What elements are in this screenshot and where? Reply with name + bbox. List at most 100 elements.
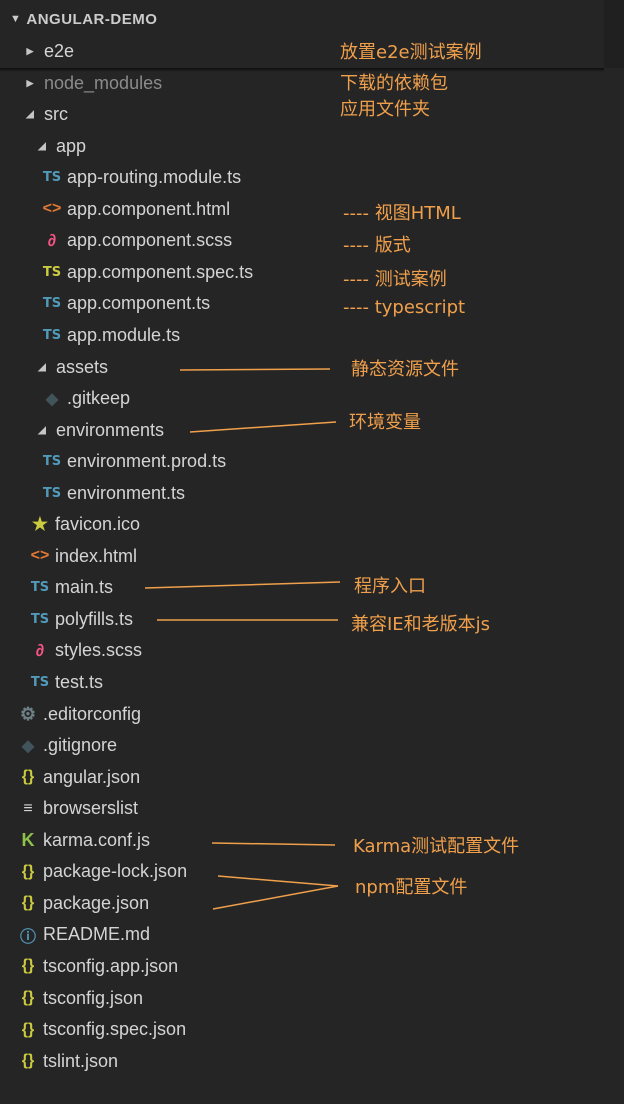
tree-item-label: test.ts xyxy=(55,672,104,692)
file-index-html[interactable]: <> index.html xyxy=(28,541,137,572)
json-icon: {} xyxy=(21,1020,35,1038)
pointer-line-environments xyxy=(189,421,337,433)
chevron-right-icon: ▶ xyxy=(26,46,34,56)
tree-item-label: main.ts xyxy=(55,577,114,598)
git-icon: ◆ xyxy=(21,737,35,755)
star-icon: ★ xyxy=(31,514,49,535)
folder-environments[interactable]: ◢ environments xyxy=(34,415,164,446)
annotation-spec: ---- 测试案例 xyxy=(343,269,447,290)
annotation-html: ---- 视图HTML xyxy=(343,203,461,224)
file-app-module-ts[interactable]: TS app.module.ts xyxy=(40,320,180,351)
json-icon: {} xyxy=(21,1052,35,1070)
file-polyfills-ts[interactable]: TS polyfills.ts xyxy=(28,604,133,635)
file-tsconfig-app-json[interactable]: {} tsconfig.app.json xyxy=(16,951,178,982)
pointer-line-karma xyxy=(211,842,336,846)
chevron-down-icon: ▼ xyxy=(10,13,22,25)
file-gitkeep[interactable]: ◆ .gitkeep xyxy=(40,383,130,414)
file-favicon-ico[interactable]: ★ favicon.ico xyxy=(28,509,140,540)
tree-item-label: browserslist xyxy=(43,798,139,819)
file-gitignore[interactable]: ◆ .gitignore xyxy=(16,730,117,761)
folder-node-modules[interactable]: ▶ node_modules xyxy=(22,68,163,99)
json-icon: {} xyxy=(21,768,35,786)
file-app-component-html[interactable]: <> app.component.html xyxy=(40,194,230,225)
tree-item-label: package.json xyxy=(43,892,150,913)
file-app-component-scss[interactable]: ∂ app.component.scss xyxy=(40,225,232,256)
info-icon: ⓘ xyxy=(19,928,36,946)
chevron-down-icon: ◢ xyxy=(38,424,46,436)
sass-icon: ∂ xyxy=(47,230,57,250)
json-icon: {} xyxy=(21,957,35,975)
typescript-icon: TS xyxy=(42,296,62,312)
folder-e2e[interactable]: ▶ e2e xyxy=(22,36,75,67)
annotation-npm: npm配置文件 xyxy=(355,877,468,898)
file-styles-scss[interactable]: ∂ styles.scss xyxy=(28,635,142,666)
file-tslint-json[interactable]: {} tslint.json xyxy=(16,1046,118,1077)
file-package-json[interactable]: {} package.json xyxy=(16,888,149,919)
file-environment-prod-ts[interactable]: TS environment.prod.ts xyxy=(40,446,226,477)
folder-src[interactable]: ◢ src xyxy=(22,99,68,130)
file-karma-conf-js[interactable]: Kkarma.conf.js xyxy=(16,825,151,856)
folder-app[interactable]: ◢ app xyxy=(34,131,86,162)
json-icon: {} xyxy=(21,989,35,1006)
file-main-ts[interactable]: TS main.ts xyxy=(28,572,113,603)
json-icon: {} xyxy=(21,894,35,912)
tree-item-label: app.component.spec.ts xyxy=(67,261,254,282)
tree-item-label: polyfills.ts xyxy=(55,608,134,629)
chevron-right-icon: ▶ xyxy=(26,77,34,88)
annotation-environments: 环境变量 xyxy=(349,412,421,433)
file-app-component-ts[interactable]: TS app.component.ts xyxy=(40,288,210,319)
gear-icon: ⚙ xyxy=(19,703,37,724)
folder-assets[interactable]: ◢ assets xyxy=(34,352,108,383)
pointer-line-assets xyxy=(179,368,331,371)
annotation-assets: 静态资源文件 xyxy=(351,359,459,380)
annotation-karma: Karma测试配置文件 xyxy=(353,836,520,857)
tree-item-label: app.module.ts xyxy=(67,324,181,345)
typescript-icon: TS xyxy=(42,485,62,501)
tree-item-label: node_modules xyxy=(44,72,163,93)
tree-item-label: app-routing.module.ts xyxy=(67,167,242,188)
file-readme-md[interactable]: ⓘ README.md xyxy=(16,919,150,950)
typescript-icon: TS xyxy=(30,580,50,596)
annotation-main: 程序入口 xyxy=(354,576,426,597)
file-package-lock-json[interactable]: {} package-lock.json xyxy=(16,856,187,887)
tree-item-label: angular.json xyxy=(43,766,141,787)
scrollbar-track[interactable] xyxy=(604,0,624,68)
file-test-ts[interactable]: TS test.ts xyxy=(28,667,103,698)
tree-item-label: app.component.html xyxy=(67,198,231,219)
annotation-e2e: 放置e2e测试案例 xyxy=(340,42,482,63)
tree-item-label: environment.prod.ts xyxy=(67,451,227,472)
file-editorconfig[interactable]: ⚙ .editorconfig xyxy=(16,699,141,730)
file-app-component-spec-ts[interactable]: TS app.component.spec.ts xyxy=(40,257,253,288)
tree-item-label: favicon.ico xyxy=(55,514,141,535)
chevron-down-icon: ◢ xyxy=(38,361,46,373)
file-tsconfig-json[interactable]: {} tsconfig.json xyxy=(16,983,143,1014)
tree-item-label: e2e xyxy=(44,41,75,61)
tree-item-label: tsconfig.spec.json xyxy=(43,1019,187,1040)
tree-item-label: tsconfig.app.json xyxy=(43,955,179,976)
chevron-down-icon: ◢ xyxy=(26,109,34,121)
tree-item-label: karma.conf.js xyxy=(43,829,151,850)
tree-item-label: tsconfig.json xyxy=(43,987,144,1008)
annotation-polyfills: 兼容IE和老版本js xyxy=(351,614,491,635)
tree-item-label: styles.scss xyxy=(55,640,143,661)
file-tsconfig-spec-json[interactable]: {} tsconfig.spec.json xyxy=(16,1014,186,1045)
file-environment-ts[interactable]: TS environment.ts xyxy=(40,478,185,509)
annotation-scss: ---- 版式 xyxy=(343,235,411,256)
json-icon: {} xyxy=(21,862,35,880)
file-browserslist[interactable]: ≡ browserslist xyxy=(16,793,138,824)
tree-item-label: .gitignore xyxy=(43,735,118,756)
file-angular-json[interactable]: {} angular.json xyxy=(16,762,140,793)
scroll-shadow xyxy=(0,68,604,72)
tree-item-label: .editorconfig xyxy=(43,703,142,724)
explorer-section-header[interactable]: ▼ ANGULAR-DEMO xyxy=(0,0,604,38)
tree-item-label: environments xyxy=(56,419,165,440)
list-icon: ≡ xyxy=(23,799,33,817)
tree-item-label: app.component.scss xyxy=(67,230,233,251)
tree-item-label: index.html xyxy=(55,545,138,566)
sass-icon: ∂ xyxy=(35,640,45,660)
tree-item-label: app.component.ts xyxy=(67,293,211,314)
chevron-down-icon: ◢ xyxy=(38,140,46,152)
annotation-node-modules: 下载的依赖包 xyxy=(340,73,448,94)
pointer-line-main xyxy=(144,581,341,589)
file-app-routing-module-ts[interactable]: TS app-routing.module.ts xyxy=(40,162,241,193)
